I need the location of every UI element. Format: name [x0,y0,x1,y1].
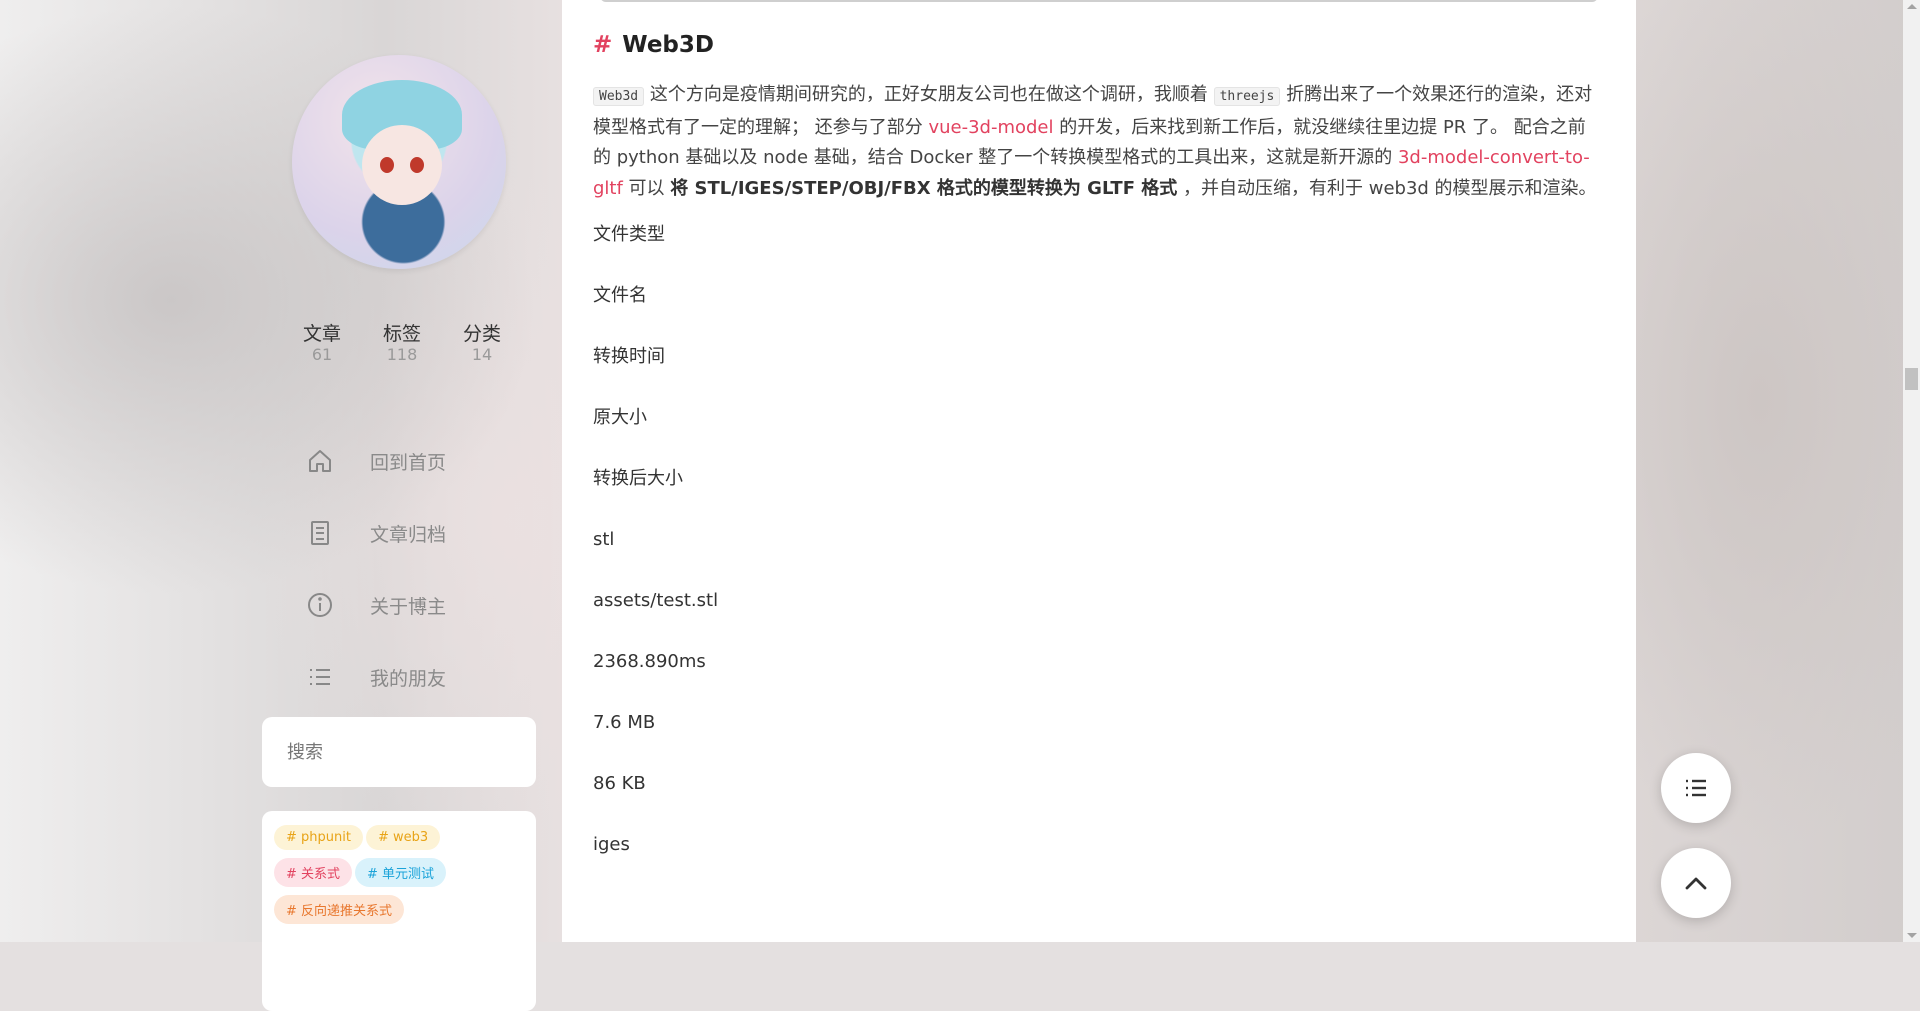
paragraph: Web3d 这个方向是疫情期间研究的，正好女朋友公司也在做这个调研，我顺着 th… [593,80,1603,204]
article-card: # Web3D Web3d 这个方向是疫情期间研究的，正好女朋友公司也在做这个调研… [562,0,1636,942]
home-icon [309,450,331,472]
search-input[interactable] [262,717,536,787]
menu-item-label: 文章归档 [370,523,447,546]
search-box [262,717,536,787]
chevron-up-icon [1685,877,1707,890]
inline-code: Web3d [593,87,645,106]
table-content: 文件类型 文件名 转换时间 原大小 转换后大小 stl assets/test.… [593,218,1603,889]
heading-text: Web3D [622,32,714,58]
menu-item-about[interactable]: 关于博主 [306,569,446,641]
bold-text: 将 STL/IGES/STEP/OBJ/FBX 格式的模型转换为 GLTF 格式 [670,177,1178,199]
menu-item-archive[interactable]: 文章归档 [306,497,446,569]
avatar [292,55,506,269]
table-cell: 转换后大小 [593,468,683,489]
scroll-up-arrow[interactable] [1907,4,1917,9]
inline-code: threejs [1213,87,1281,106]
table-cell: 86 KB [593,773,646,794]
list-icon [310,669,330,685]
text: 可以 [622,177,671,199]
table-cell: 原大小 [593,407,647,428]
stat-value: 61 [311,345,333,364]
table-cell: 文件名 [593,285,647,306]
scrollbar[interactable] [1903,0,1920,942]
stat-label: 标签 [382,323,421,345]
table-cell: 2368.890ms [593,651,706,672]
table-cell: 转换时间 [593,346,665,367]
table-cell: assets/test.stl [593,590,719,611]
tag-item[interactable]: # web3 [365,825,441,850]
text: ，并自动压缩，有利于 web3d 的模型展示和渲染。 [1177,177,1597,199]
stat-value: 118 [386,345,418,364]
list-icon [1686,779,1706,797]
tag-item[interactable]: # phpunit [274,825,363,850]
menu-item-label: 回到首页 [370,451,447,474]
heading-anchor[interactable]: # [593,32,612,58]
table-cell: iges [593,834,630,855]
sidebar-menu: 回到首页 文章归档 关于博主 我的朋友 [306,425,446,713]
link-vue-3d-model[interactable]: vue-3d-model [928,117,1053,138]
table-cell: 7.6 MB [593,712,656,733]
stat-label: 分类 [462,323,501,345]
back-to-top-button[interactable] [1661,848,1731,918]
menu-item-label: 我的朋友 [370,667,447,690]
menu-item-home[interactable]: 回到首页 [306,425,446,497]
stats-bar: 文章 61 标签 118 分类 14 [282,322,522,364]
stat-articles[interactable]: 文章 61 [282,322,362,364]
tag-cloud: # phpunit # web3 # 关系式 # 单元测试 # 反向递推关系式 [262,811,536,1011]
archive-icon [311,521,329,545]
divider [600,0,1598,2]
article-content: # Web3D Web3d 这个方向是疫情期间研究的，正好女朋友公司也在做这个调研… [593,28,1603,889]
stat-tags[interactable]: 标签 118 [362,322,442,364]
table-cell: stl [593,529,615,550]
scroll-down-arrow[interactable] [1907,933,1917,938]
stat-label: 文章 [302,323,341,345]
stat-categories[interactable]: 分类 14 [442,322,522,364]
tag-item[interactable]: # 单元测试 [355,858,447,887]
scrollbar-thumb[interactable] [1905,368,1918,390]
tag-item[interactable]: # 反向递推关系式 [274,895,405,924]
stat-value: 14 [471,345,493,364]
section-heading: # Web3D [593,28,1603,62]
info-icon [308,593,332,617]
tag-item[interactable]: # 关系式 [274,858,353,887]
menu-item-friends[interactable]: 我的朋友 [306,641,446,713]
text: 这个方向是疫情期间研究的，正好女朋友公司也在做这个调研，我顺着 [644,84,1214,105]
toc-button[interactable] [1661,753,1731,823]
table-cell: 文件类型 [593,224,665,245]
menu-item-label: 关于博主 [370,595,447,618]
